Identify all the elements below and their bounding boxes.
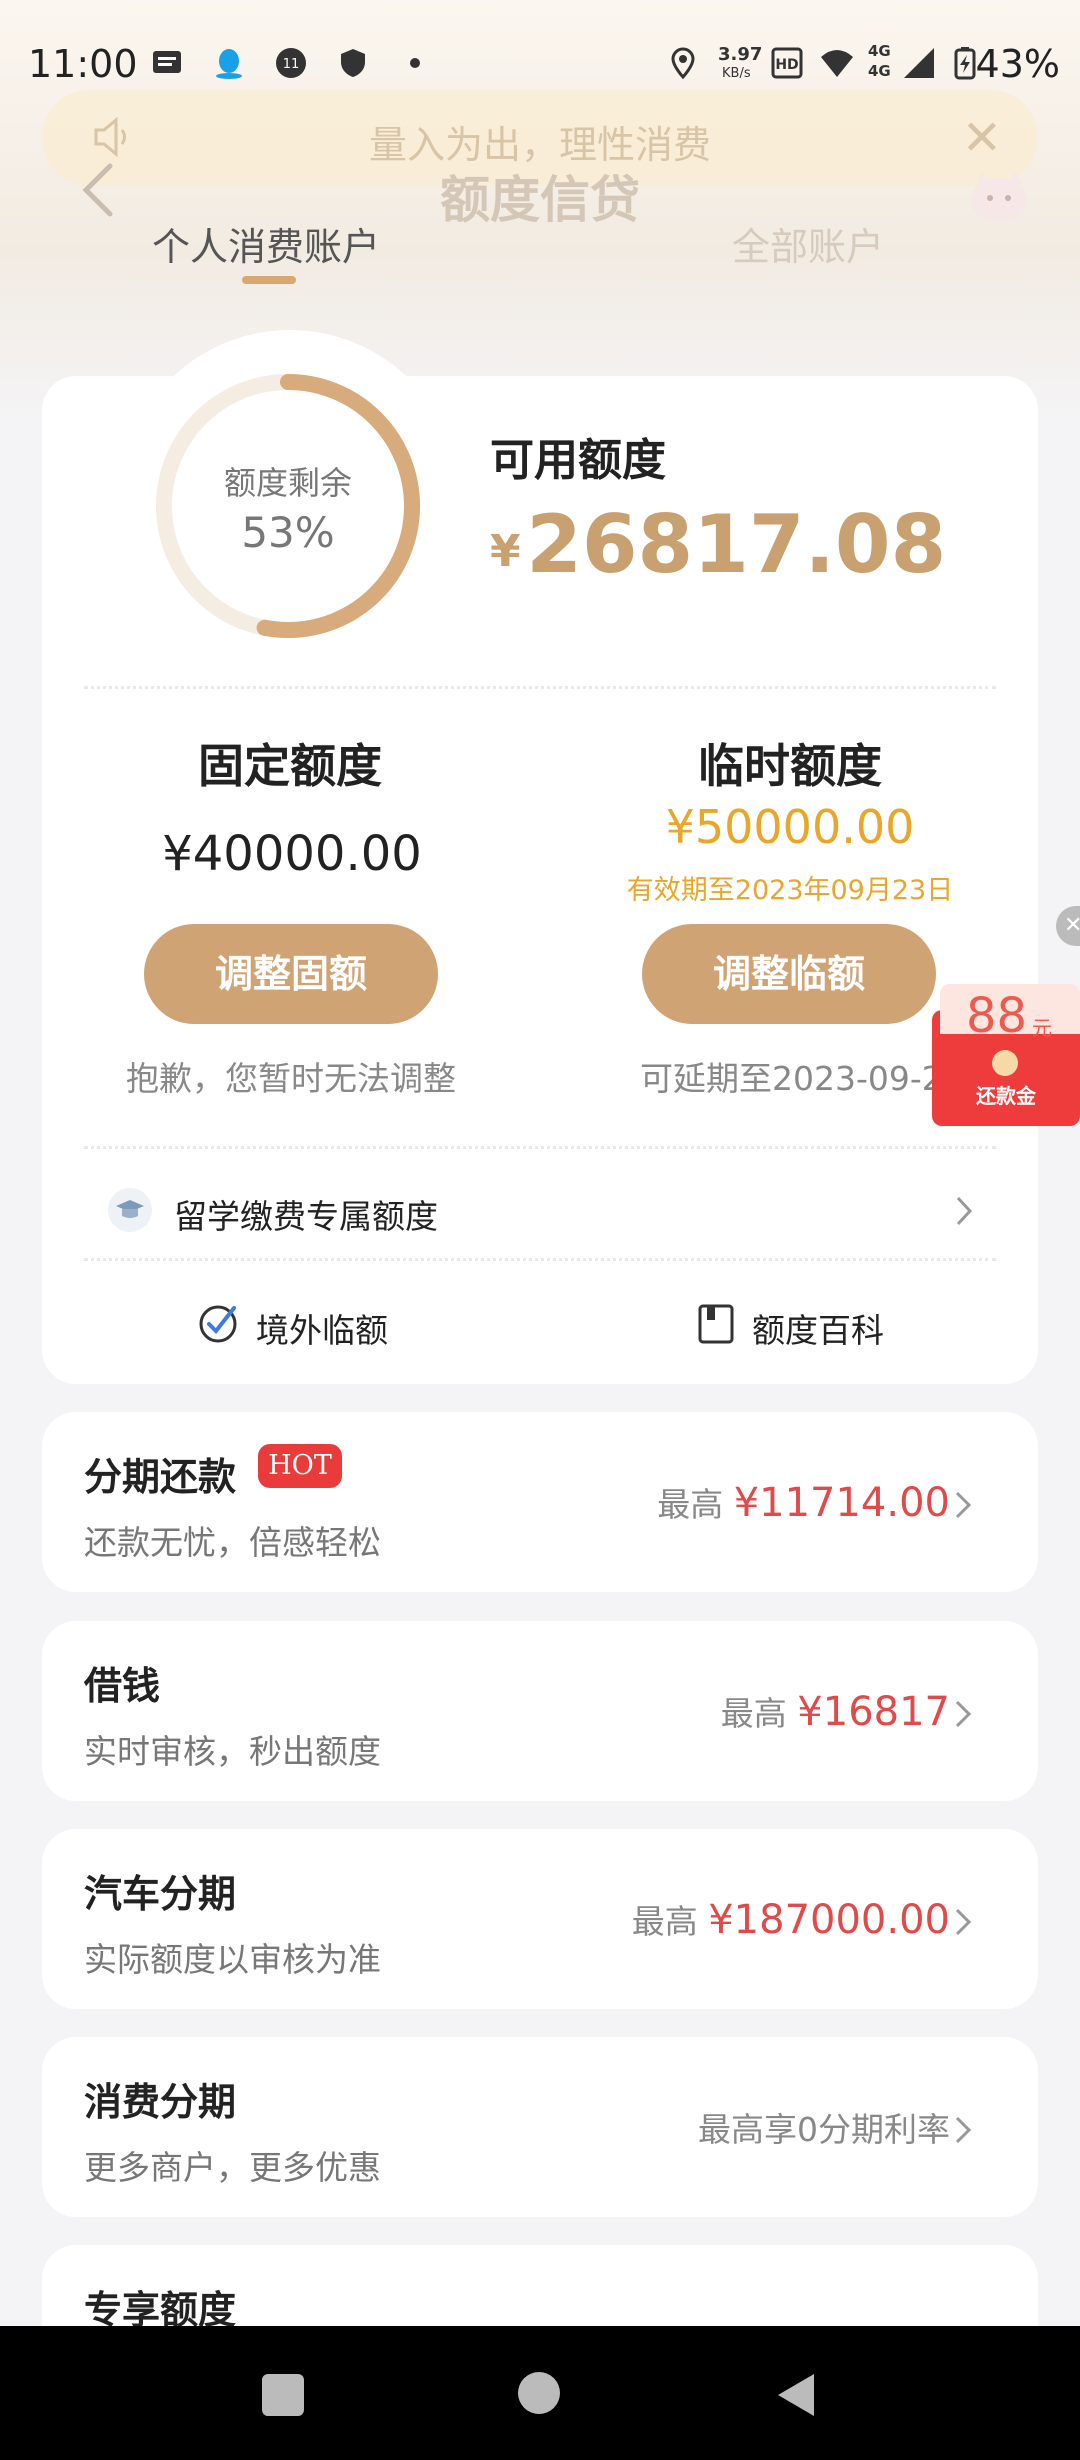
fixed-credit-title: 固定额度 xyxy=(198,739,382,793)
fixed-adjust-note: 抱歉，您暂时无法调整 xyxy=(126,1059,456,1098)
hot-badge: HOT xyxy=(258,1444,342,1488)
tab-all-accounts[interactable]: 全部账户 xyxy=(732,216,884,271)
chevron-right-icon xyxy=(955,1491,972,1519)
promo-label: 还款金 xyxy=(976,1084,1036,1108)
adjust-temp-button[interactable]: 调整临额 xyxy=(642,924,936,1024)
limit-amount: ¥16817 xyxy=(797,1689,950,1735)
service-title: 汽车分期 xyxy=(84,1872,237,1916)
service-limit: 最高 ¥16817 xyxy=(721,1687,950,1735)
temp-credit-validity: 有效期至2023年09月23日 xyxy=(626,875,954,906)
limit-amount: ¥11714.00 xyxy=(733,1480,950,1526)
temp-credit-amount: ¥50000.00 xyxy=(665,800,915,854)
back-button[interactable] xyxy=(774,2372,818,2418)
service-subtitle: 实时审核，秒出额度 xyxy=(84,1732,381,1771)
net-speed-value: 3.97 xyxy=(718,44,763,65)
service-title: 消费分期 xyxy=(84,2080,237,2124)
book-icon xyxy=(698,1304,734,1344)
study-abroad-label: 留学缴费专属额度 xyxy=(174,1197,438,1236)
shield-icon xyxy=(341,49,365,77)
svg-text:HD: HD xyxy=(775,57,798,73)
limit-prefix: 最高 xyxy=(631,1902,698,1941)
service-limit: 最高 ¥187000.00 xyxy=(632,1895,950,1943)
service-card-car-installment[interactable]: 汽车分期 实际额度以审核为准 最高 ¥187000.00 xyxy=(42,1829,1038,2009)
limit-prefix: 最高 xyxy=(657,1485,724,1524)
service-subtitle: 还款无忧，倍感轻松 xyxy=(84,1523,381,1562)
adjust-fixed-button[interactable]: 调整固额 xyxy=(144,924,438,1024)
battery-percent: 43% xyxy=(975,42,1060,86)
available-credit-amount: ¥ 26817.08 xyxy=(490,498,946,591)
hd-icon: HD xyxy=(771,47,803,79)
temp-credit-title: 临时额度 xyxy=(698,739,882,793)
available-amount-value: 26817.08 xyxy=(526,498,947,591)
available-credit-label: 可用额度 xyxy=(490,435,666,486)
service-card-borrow[interactable]: 借钱 实时审核，秒出额度 最高 ¥16817 xyxy=(42,1621,1038,1801)
chevron-right-icon xyxy=(956,1196,973,1226)
chevron-right-icon xyxy=(955,1700,972,1728)
limit-prefix: 最高享0分期利率 xyxy=(698,2110,950,2149)
remaining-credit-ring xyxy=(156,374,420,638)
divider xyxy=(84,1146,996,1149)
credit-wiki-label: 额度百科 xyxy=(752,1311,884,1350)
service-subtitle: 更多商户，更多优惠 xyxy=(84,2148,381,2187)
limit-amount: ¥187000.00 xyxy=(708,1897,950,1943)
chevron-right-icon xyxy=(955,1908,972,1936)
temp-extend-note: 可延期至2023-09-26 xyxy=(640,1059,964,1098)
svg-text:11: 11 xyxy=(283,57,300,72)
home-button[interactable] xyxy=(518,2372,560,2414)
coin-icon xyxy=(992,1050,1018,1076)
tab-active-indicator xyxy=(242,276,296,284)
service-card-installment-repay[interactable]: 分期还款 HOT 还款无忧，倍感轻松 最高 ¥11714.00 xyxy=(42,1412,1038,1592)
promo-unit: 元 xyxy=(1032,1016,1052,1040)
service-card-consumer-installment[interactable]: 消费分期 更多商户，更多优惠 最高享0分期利率 xyxy=(42,2037,1038,2217)
service-limit: 最高享0分期利率 xyxy=(698,2103,950,2151)
tab-personal-account[interactable]: 个人消费账户 xyxy=(152,216,380,271)
qq-icon xyxy=(216,49,242,79)
network-type-1: 4G xyxy=(868,42,891,60)
close-icon[interactable]: ✕ xyxy=(962,110,1002,166)
service-title: 分期还款 xyxy=(84,1455,237,1499)
message-icon xyxy=(153,51,181,73)
recent-apps-button[interactable] xyxy=(262,2374,304,2416)
currency-symbol: ¥ xyxy=(490,526,521,577)
more-dot-icon xyxy=(410,58,420,68)
graduation-cap-icon xyxy=(108,1188,152,1232)
ring-label: 额度剩余 xyxy=(223,464,352,502)
promo-amount: 88 xyxy=(966,988,1028,1044)
ring-value: 53% xyxy=(241,508,335,557)
network-type-2: 4G xyxy=(868,62,891,80)
wifi-icon xyxy=(821,50,853,77)
status-time: 11:00 xyxy=(28,42,138,86)
net-speed-unit: KB/s xyxy=(722,66,751,81)
divider xyxy=(84,1258,996,1261)
location-icon xyxy=(671,47,695,80)
fixed-credit-amount: ¥40000.00 xyxy=(162,826,422,882)
globe-check-icon xyxy=(199,1305,237,1343)
limit-prefix: 最高 xyxy=(720,1694,787,1733)
divider xyxy=(84,686,996,689)
chevron-right-icon xyxy=(955,2116,972,2144)
service-limit: 最高 ¥11714.00 xyxy=(657,1478,950,1526)
overseas-temp-label: 境外临额 xyxy=(256,1311,388,1350)
signal-icon xyxy=(904,48,934,78)
service-subtitle: 实际额度以审核为准 xyxy=(84,1940,381,1979)
mascot-icon[interactable] xyxy=(966,166,1032,226)
service-title: 借钱 xyxy=(84,1664,161,1708)
float-close-icon[interactable]: ✕ xyxy=(1056,906,1080,946)
notification-count-icon: 11 xyxy=(276,48,306,78)
